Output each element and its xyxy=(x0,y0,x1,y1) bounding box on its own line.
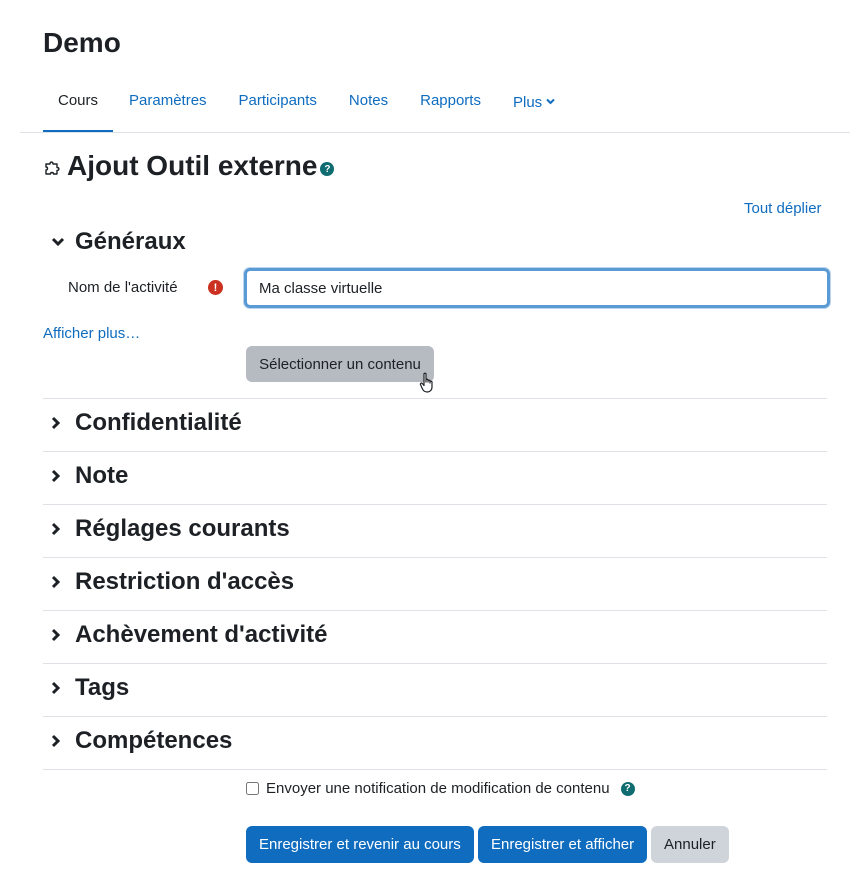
section-tags-toggle[interactable]: Tags xyxy=(43,674,129,702)
section-restriction-acces-toggle[interactable]: Restriction d'accès xyxy=(43,568,294,596)
section-confidentialite-title: Confidentialité xyxy=(75,409,242,436)
section-note-title: Note xyxy=(75,462,129,489)
section-confidentialite-toggle[interactable]: Confidentialité xyxy=(43,409,242,437)
section-achevement-toggle[interactable]: Achèvement d'activité xyxy=(43,621,327,649)
hand-cursor-icon xyxy=(419,372,433,393)
chevron-right-icon xyxy=(43,628,75,642)
tab-plus[interactable]: Plus xyxy=(497,80,571,133)
help-icon[interactable]: ? xyxy=(320,162,335,176)
section-divider xyxy=(43,769,827,770)
chevron-right-icon xyxy=(43,416,75,430)
tab-parametres-label: Paramètres xyxy=(129,92,207,109)
section-competences-title: Compétences xyxy=(75,727,233,754)
required-icon: ! xyxy=(208,280,223,295)
tab-participants[interactable]: Participants xyxy=(223,80,333,133)
cancel-button[interactable]: Annuler xyxy=(651,826,729,863)
chevron-down-icon xyxy=(546,80,555,122)
section-achevement-title: Achèvement d'activité xyxy=(75,621,328,648)
section-divider xyxy=(43,663,827,664)
section-divider xyxy=(43,504,827,505)
section-note-toggle[interactable]: Note xyxy=(43,462,128,490)
save-display-button[interactable]: Enregistrer et afficher xyxy=(478,826,648,863)
section-restriction-acces-title: Restriction d'accès xyxy=(75,568,295,595)
page-heading: Ajout Outil externe ? xyxy=(43,150,335,182)
activity-name-input[interactable] xyxy=(244,268,830,308)
activity-name-label: Nom de l'activité xyxy=(68,279,178,296)
puzzle-piece-icon xyxy=(45,161,60,175)
tab-notes-label: Notes xyxy=(348,92,389,109)
section-divider xyxy=(43,451,827,452)
section-competences-toggle[interactable]: Compétences xyxy=(43,727,232,755)
tab-parametres[interactable]: Paramètres xyxy=(113,80,223,133)
course-title: Demo xyxy=(43,27,121,58)
tab-cours[interactable]: Cours xyxy=(43,80,114,133)
expand-all-link[interactable]: Tout déplier xyxy=(744,200,822,217)
chevron-down-icon xyxy=(43,237,75,247)
save-return-button[interactable]: Enregistrer et revenir au cours xyxy=(246,826,474,863)
chevron-right-icon xyxy=(43,575,75,589)
chevron-right-icon xyxy=(43,469,75,483)
tab-plus-label: Plus xyxy=(512,94,543,111)
notify-option: Envoyer une notification de modification… xyxy=(246,780,635,797)
notify-checkbox[interactable] xyxy=(246,782,259,795)
tab-rapports-label: Rapports xyxy=(420,92,481,109)
section-divider xyxy=(43,716,827,717)
page-title: Ajout Outil externe xyxy=(67,150,318,181)
section-reglages-courants-title: Réglages courants xyxy=(75,515,290,542)
notify-label[interactable]: Envoyer une notification de modification… xyxy=(266,780,610,797)
help-icon[interactable]: ? xyxy=(620,781,635,796)
section-generaux-title: Généraux xyxy=(75,228,186,255)
tab-participants-label: Participants xyxy=(238,92,317,109)
tab-cours-label: Cours xyxy=(58,92,99,109)
section-divider xyxy=(43,398,827,399)
section-tags-title: Tags xyxy=(75,674,130,701)
chevron-right-icon xyxy=(43,522,75,536)
tab-rapports[interactable]: Rapports xyxy=(404,80,497,133)
tabs-divider xyxy=(20,132,850,133)
section-divider xyxy=(43,610,827,611)
section-divider xyxy=(43,557,827,558)
show-more-link[interactable]: Afficher plus… xyxy=(43,325,140,342)
section-reglages-courants-toggle[interactable]: Réglages courants xyxy=(43,515,290,543)
section-generaux-toggle[interactable]: Généraux xyxy=(43,228,186,256)
select-content-button[interactable]: Sélectionner un contenu xyxy=(246,346,434,382)
course-nav-tabs: Cours Paramètres Participants Notes Rapp… xyxy=(43,80,571,133)
tab-notes[interactable]: Notes xyxy=(333,80,404,133)
chevron-right-icon xyxy=(43,681,75,695)
chevron-right-icon xyxy=(43,734,75,748)
